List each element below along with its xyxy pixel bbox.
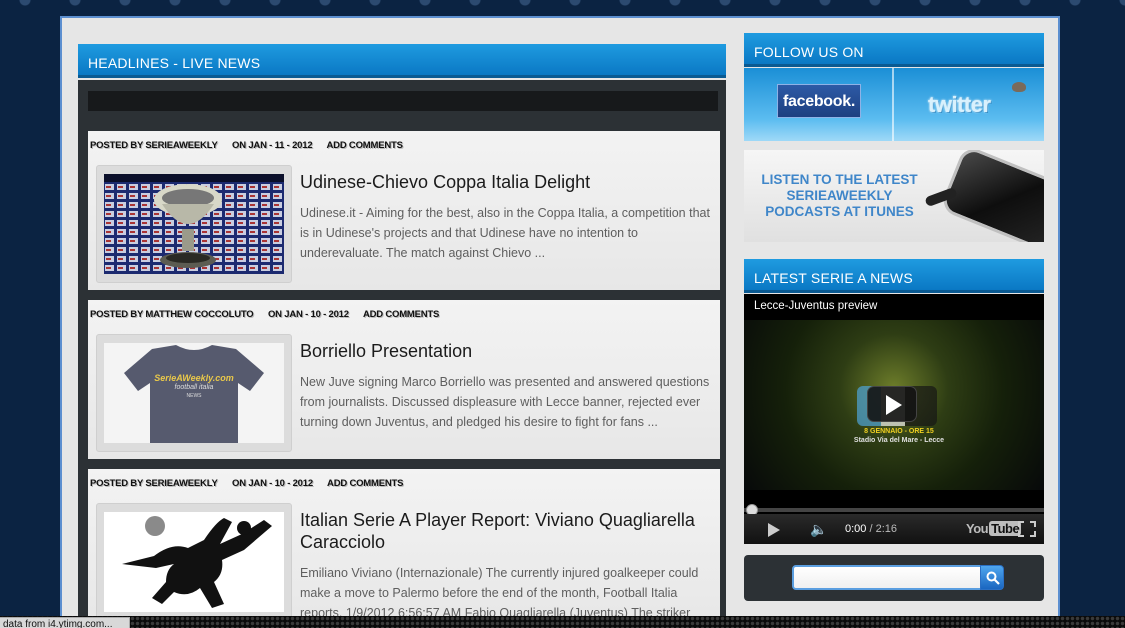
- youtube-tube: Tube: [989, 521, 1022, 536]
- tshirt-text-news: NEWS: [186, 393, 202, 399]
- latest-news-header: LATEST SERIE A NEWS: [744, 259, 1044, 293]
- social-links: facebook. twitter: [744, 68, 1044, 141]
- article-title-link[interactable]: Udinese-Chievo Coppa Italia Delight: [300, 171, 710, 193]
- video-screen[interactable]: 8 GENNAIO - ORE 15 Stadio Via del Mare -…: [744, 320, 1044, 490]
- video-title-link[interactable]: Lecce-Juventus preview: [754, 300, 877, 312]
- search-panel: [744, 555, 1044, 601]
- volume-icon[interactable]: 🔈: [810, 522, 827, 536]
- article-author-link[interactable]: POSTED BY SERIEAWEEKLY: [90, 140, 218, 151]
- search-icon: [986, 571, 1000, 585]
- article-date: ON JAN - 11 - 2012: [232, 140, 313, 151]
- tshirt-image: SerieAWeekly.com football italia NEWS: [104, 343, 284, 443]
- current-time: 0:00: [845, 523, 867, 535]
- article-excerpt: Udinese.it - Aiming for the best, also i…: [300, 206, 710, 260]
- podcast-banner[interactable]: LISTEN TO THE LATEST SERIEAWEEKLY PODCAS…: [744, 150, 1044, 242]
- news-panel: POSTED BY SERIEAWEEKLY ON JAN - 11 - 201…: [78, 80, 726, 616]
- twitter-link[interactable]: twitter: [928, 92, 991, 118]
- article-card: POSTED BY SERIEAWEEKLY ON JAN - 10 - 201…: [88, 469, 720, 616]
- article-date: ON JAN - 10 - 2012: [267, 309, 349, 320]
- headlines-header: HEADLINES - LIVE NEWS: [78, 44, 726, 78]
- big-play-button[interactable]: [867, 386, 917, 422]
- page-frame: HEADLINES - LIVE NEWS POSTED BY SERIEAWE…: [60, 16, 1060, 616]
- article-title-link[interactable]: Borriello Presentation: [300, 340, 710, 362]
- article-excerpt: New Juve signing Marco Borriello was pre…: [300, 375, 710, 429]
- article-author-link[interactable]: POSTED BY MATTHEW COCCOLUTO: [90, 309, 254, 320]
- article-meta: POSTED BY SERIEAWEEKLY ON JAN - 10 - 201…: [90, 478, 403, 489]
- video-time: 0:00 / 2:16: [845, 523, 897, 535]
- article-thumbnail[interactable]: [96, 165, 292, 283]
- article-excerpt: Emiliano Viviano (Internazionale) The cu…: [300, 566, 699, 616]
- article-author-link[interactable]: POSTED BY SERIEAWEEKLY: [90, 478, 218, 489]
- video-progress-bar[interactable]: [744, 508, 1044, 512]
- duration: 2:16: [875, 523, 898, 535]
- promo-date: 8 GENNAIO - ORE 15: [864, 428, 934, 435]
- add-comments-link[interactable]: ADD COMMENTS: [327, 478, 403, 489]
- search-button[interactable]: [980, 565, 1004, 590]
- coppa-trophy-image: [104, 174, 284, 274]
- news-ticker: [88, 91, 718, 111]
- play-icon[interactable]: [768, 523, 780, 537]
- youtube-logo-link[interactable]: You Tube: [966, 521, 1022, 536]
- latest-news-title: LATEST SERIE A NEWS: [754, 270, 913, 286]
- add-comments-link[interactable]: ADD COMMENTS: [327, 140, 403, 151]
- article-thumbnail[interactable]: SerieAWeekly.com football italia NEWS: [96, 334, 292, 452]
- player-silhouette-image: [104, 512, 284, 612]
- search-input[interactable]: [792, 565, 982, 590]
- youtube-player[interactable]: Lecce-Juventus preview 8 GENNAIO - ORE 1…: [744, 294, 1044, 544]
- article-meta: POSTED BY SERIEAWEEKLY ON JAN - 11 - 201…: [90, 140, 403, 151]
- tshirt-text-sub: football italia: [174, 384, 214, 391]
- video-promo: 8 GENNAIO - ORE 15 Stadio Via del Mare -…: [849, 427, 949, 445]
- article-thumbnail[interactable]: [96, 503, 292, 616]
- tshirt-text-brand: SerieAWeekly.com: [154, 373, 234, 383]
- iphone-image: [919, 150, 1044, 242]
- social-divider: [892, 68, 894, 141]
- twitter-bird-icon: [1012, 82, 1026, 92]
- top-decoration: [0, 0, 1125, 14]
- article-meta: POSTED BY MATTHEW COCCOLUTO ON JAN - 10 …: [90, 309, 439, 320]
- browser-status-bar: data from i4.ytimg.com...: [0, 617, 130, 628]
- headlines-title: HEADLINES - LIVE NEWS: [88, 55, 261, 71]
- article-date: ON JAN - 10 - 2012: [232, 478, 313, 489]
- add-comments-link[interactable]: ADD COMMENTS: [363, 309, 439, 320]
- youtube-you: You: [966, 521, 989, 536]
- article-card: POSTED BY MATTHEW COCCOLUTO ON JAN - 10 …: [88, 300, 720, 459]
- article-card: POSTED BY SERIEAWEEKLY ON JAN - 11 - 201…: [88, 131, 720, 290]
- bottom-decoration: [0, 616, 1125, 628]
- fullscreen-icon[interactable]: [1018, 521, 1036, 537]
- time-separator: /: [866, 523, 876, 535]
- promo-venue: Stadio Via del Mare - Lecce: [853, 437, 945, 444]
- facebook-link[interactable]: facebook.: [777, 84, 861, 118]
- play-icon: [886, 395, 902, 415]
- follow-header: FOLLOW US ON: [744, 33, 1044, 67]
- video-controls: 🔈 0:00 / 2:16 You Tube: [744, 514, 1044, 544]
- article-title-link[interactable]: Italian Serie A Player Report: Viviano Q…: [300, 509, 710, 553]
- podcast-text: LISTEN TO THE LATEST SERIEAWEEKLY PODCAS…: [761, 172, 918, 219]
- follow-title: FOLLOW US ON: [754, 44, 864, 60]
